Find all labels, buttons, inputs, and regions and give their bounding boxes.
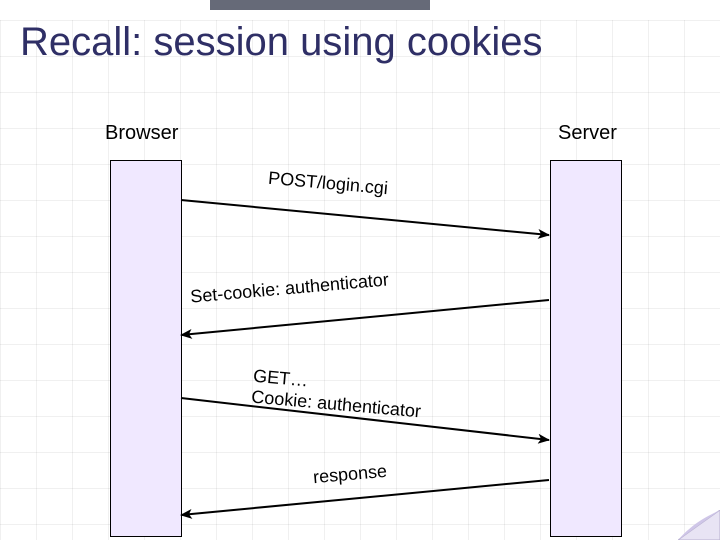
server-lifeline-box xyxy=(550,160,622,537)
browser-label: Browser xyxy=(105,122,178,145)
browser-lifeline-box xyxy=(110,160,182,537)
slide-title: Recall: session using cookies xyxy=(20,20,542,65)
page-curl-icon xyxy=(678,510,720,540)
top-accent-bar xyxy=(210,0,430,10)
slide: Recall: session using cookies Browser Se… xyxy=(0,0,720,540)
server-label: Server xyxy=(558,122,617,145)
